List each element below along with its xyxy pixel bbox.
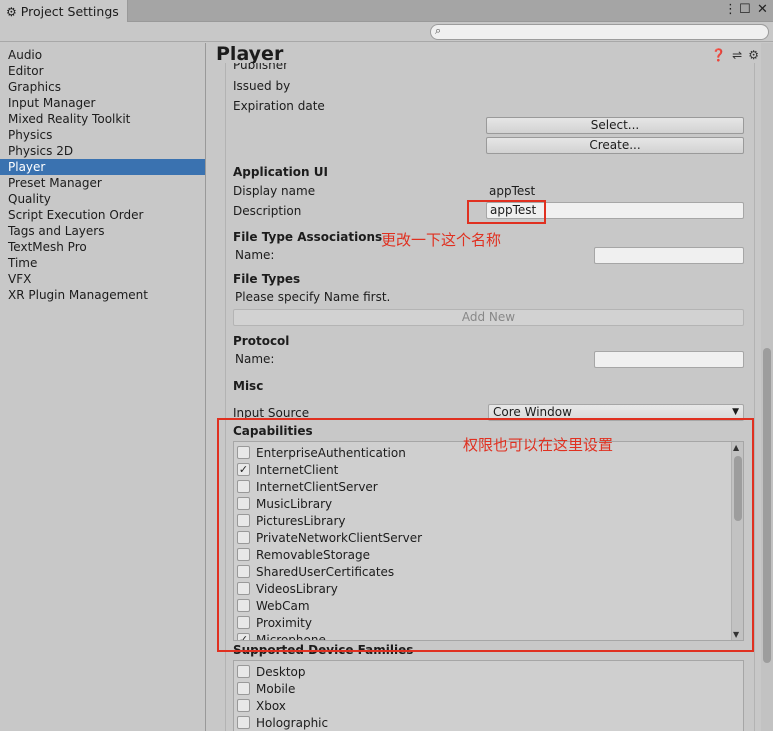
panel-toolbar: ❓⇌⚙ [711,48,765,62]
input-source-value: Core Window [493,405,572,419]
preset-icon[interactable]: ⇌ [732,48,748,62]
select-certificate-button[interactable]: Select... [486,117,744,134]
publisher-label: Publisher [233,63,289,72]
nav-item[interactable]: Audio [0,47,205,63]
settings-nav: Audio Editor Graphics Input Manager Mixed Re… [0,43,206,731]
nav-item[interactable]: Input Manager [0,95,205,111]
help-icon[interactable]: ❓ [711,48,732,62]
nav-item[interactable]: Quality [0,191,205,207]
tab-project-settings[interactable]: ⚙ Project Settings [0,0,128,23]
fta-name-input[interactable] [594,247,744,264]
nav-item[interactable]: Script Execution Order [0,207,205,223]
add-new-button[interactable]: Add New [233,309,744,326]
nav-item[interactable]: Physics 2D [0,143,205,159]
checkbox-label: Mobile [256,681,296,696]
checkbox-row[interactable]: Mobile [234,680,295,697]
checkbox-label: Holographic [256,715,329,730]
panel-scrollbar[interactable] [761,43,773,731]
nav-item[interactable]: Graphics [0,79,205,95]
checkbox-row[interactable]: Xbox [234,697,286,714]
protocol-name-label: Name: [235,352,275,366]
description-highlight-box [467,200,546,224]
file-types-hint: Please specify Name first. [235,290,391,304]
protocol-header: Protocol [233,334,290,348]
checkbox-row[interactable]: Desktop [234,663,306,680]
device-families-list[interactable]: Desktop Mobile Xbox Holographic [233,660,744,731]
nav-item[interactable]: Player [0,159,205,175]
application-ui-header: Application UI [233,165,328,179]
panel-scroll-thumb[interactable] [763,348,771,663]
nav-item[interactable]: Editor [0,63,205,79]
checkbox[interactable] [237,716,250,729]
checkbox-label: Desktop [256,664,306,679]
nav-item[interactable]: Time [0,255,205,271]
nav-item[interactable]: Physics [0,127,205,143]
display-name-value: appTest [489,184,536,198]
nav-item[interactable]: TextMesh Pro [0,239,205,255]
checkbox[interactable] [237,699,250,712]
issued-by-label: Issued by [233,79,291,93]
nav-item[interactable]: Mixed Reality Toolkit [0,111,205,127]
description-label: Description [233,204,302,218]
close-icon[interactable]: ✕ [757,2,768,17]
page-title: Player [216,43,284,65]
maximize-icon[interactable]: ☐ [739,2,751,17]
checkbox-label: Xbox [256,698,286,713]
capabilities-note: 权限也可以在这里设置 [463,436,614,454]
nav-item[interactable]: Tags and Layers [0,223,205,239]
title-bar: ⚙ Project Settings ⋮ ☐ ✕ [0,0,773,23]
expiration-date-label: Expiration date [233,99,325,113]
gear-icon: ⚙ [6,4,17,19]
file-type-associations-header: File Type Associations [233,230,383,244]
protocol-name-input[interactable] [594,351,744,368]
tab-title: Project Settings [20,4,119,19]
nav-item[interactable]: Preset Manager [0,175,205,191]
checkbox[interactable] [237,682,250,695]
search-icon: ⌕ [435,24,442,37]
display-name-label: Display name [233,184,316,198]
nav-item[interactable]: XR Plugin Management [0,287,205,303]
search-row: ⌕ [0,22,773,42]
checkbox-row[interactable]: Holographic [234,714,328,731]
rename-note: 更改一下这个名称 [381,231,502,249]
nav-item[interactable]: VFX [0,271,205,287]
search-input[interactable]: ⌕ [430,24,769,40]
fta-name-label: Name: [235,248,275,262]
more-vert-icon[interactable]: ⋮ [724,2,737,17]
create-certificate-button[interactable]: Create... [486,137,744,154]
file-types-header: File Types [233,272,301,286]
misc-header: Misc [233,379,264,393]
checkbox[interactable] [237,665,250,678]
